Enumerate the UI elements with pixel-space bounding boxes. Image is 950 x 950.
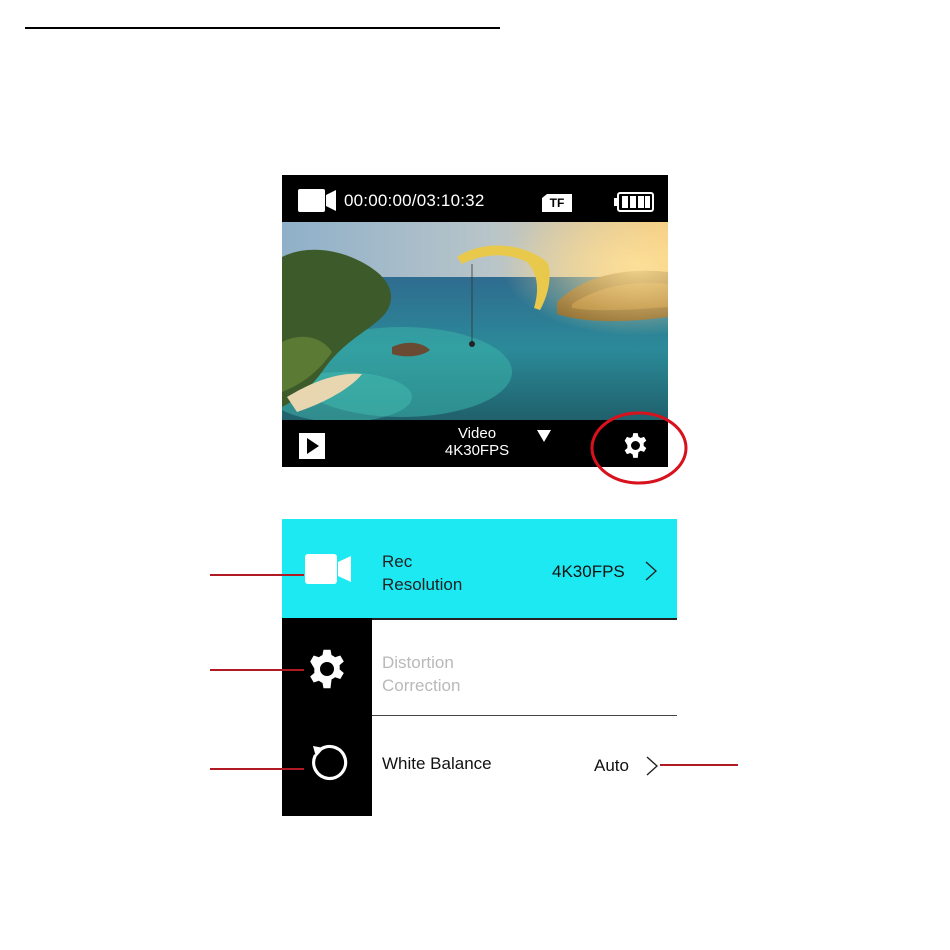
mode-name[interactable]: Video	[432, 425, 522, 442]
mode-resolution[interactable]: 4K30FPS	[422, 442, 532, 459]
storage-badge: TF	[549, 196, 565, 210]
triangle-down-icon[interactable]	[537, 430, 551, 442]
menu-sidebar	[282, 618, 372, 816]
callout-line	[210, 768, 304, 770]
gear-icon[interactable]	[306, 648, 348, 690]
menu-row-white-balance[interactable]: White Balance Auto	[372, 715, 677, 817]
settings-menu: Rec Resolution 4K30FPS Distortion Correc…	[282, 519, 677, 817]
video-camera-icon	[305, 554, 351, 584]
menu-row-value: Auto	[594, 756, 629, 775]
battery-full-icon	[614, 192, 654, 212]
callout-line	[660, 764, 738, 766]
menu-row-value: 4K30FPS	[552, 562, 625, 581]
record-timecode: 00:00:00/03:10:32	[344, 191, 485, 210]
callout-line	[210, 669, 304, 671]
menu-row-rec-resolution[interactable]: Rec Resolution 4K30FPS	[282, 519, 677, 618]
menu-row-label: White Balance	[382, 754, 492, 773]
settings-highlight-circle	[590, 411, 688, 485]
header-rule	[25, 27, 500, 29]
status-bar: 00:00:00/03:10:32 TF	[282, 175, 668, 222]
sd-card-icon: TF	[542, 194, 572, 212]
chevron-right-icon	[646, 756, 658, 776]
play-icon[interactable]	[299, 433, 325, 459]
menu-row-label: Rec Resolution	[382, 552, 463, 594]
chevron-right-icon	[645, 561, 657, 581]
menu-row-distortion-correction: Distortion Correction	[372, 618, 677, 717]
menu-row-label: Distortion Correction	[382, 653, 461, 695]
video-camera-icon	[298, 189, 336, 212]
reset-icon[interactable]	[309, 742, 349, 782]
callout-line	[210, 574, 304, 576]
